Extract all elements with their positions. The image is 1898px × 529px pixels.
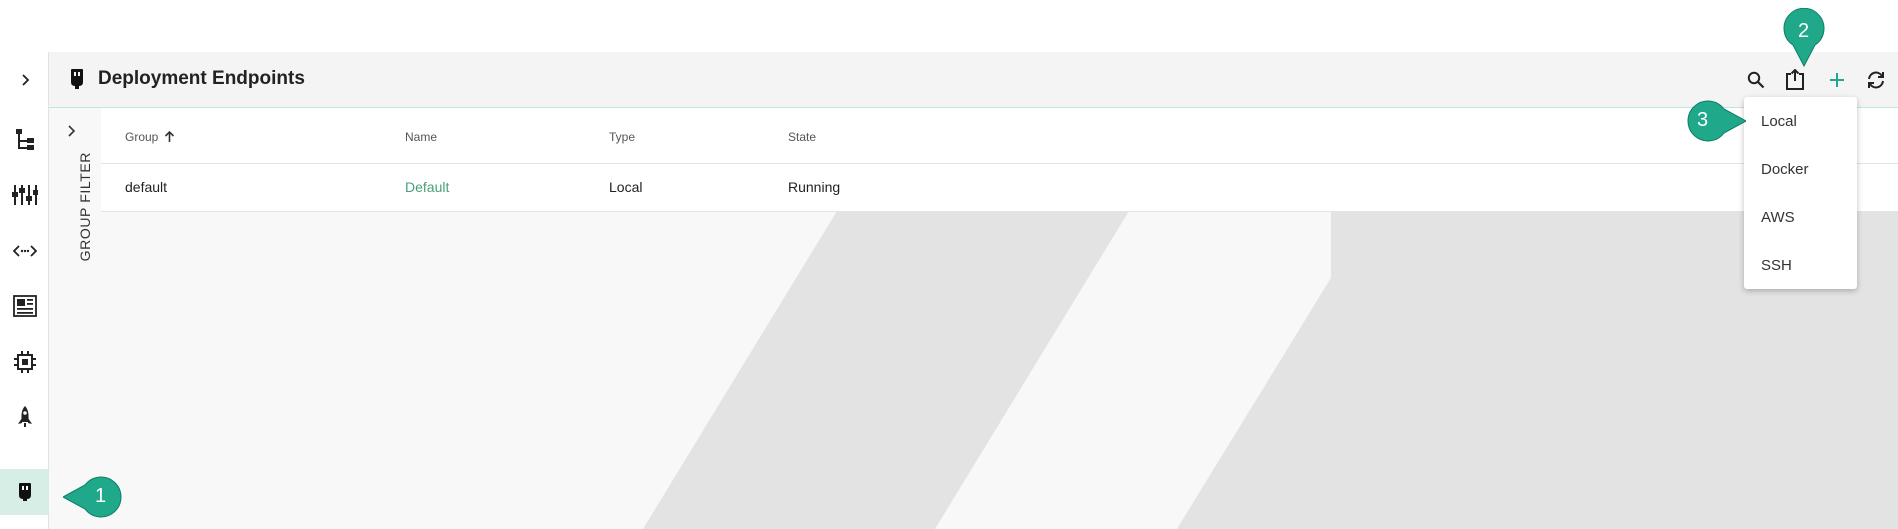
search-button[interactable] (1740, 64, 1772, 96)
add-icon (1830, 73, 1844, 87)
rail-expand-button[interactable] (0, 57, 49, 103)
callout-2: 2 (1782, 8, 1826, 68)
cell-group: default (125, 179, 168, 195)
add-button[interactable] (1821, 64, 1853, 96)
column-header-name[interactable]: Name (405, 130, 437, 144)
rail-item-rocket[interactable] (0, 394, 49, 440)
endpoint-icon (69, 68, 85, 95)
column-header-state[interactable]: State (788, 130, 816, 144)
left-rail (0, 52, 49, 529)
refresh-button[interactable] (1860, 64, 1892, 96)
rail-item-chip[interactable] (0, 339, 49, 385)
column-header-group[interactable]: Group (125, 130, 175, 144)
group-filter-panel: GROUP FILTER (49, 108, 101, 529)
page-title: Deployment Endpoints (98, 68, 305, 89)
code-icon (12, 245, 37, 257)
chevron-right-icon (68, 125, 76, 137)
menu-item-docker[interactable]: Docker (1744, 145, 1857, 193)
page-header: Deployment Endpoints (49, 52, 1898, 108)
menu-item-aws[interactable]: AWS (1744, 193, 1857, 241)
rail-item-sliders[interactable] (0, 172, 49, 218)
export-icon (1786, 69, 1804, 90)
rail-item-tree[interactable] (0, 117, 49, 163)
rail-item-document[interactable] (0, 283, 49, 329)
menu-item-local[interactable]: Local (1744, 97, 1857, 145)
menu-item-ssh[interactable]: SSH (1744, 241, 1857, 289)
sliders-icon (11, 185, 38, 205)
refresh-icon (1868, 71, 1884, 89)
rail-item-code[interactable] (0, 228, 49, 274)
chevron-right-icon (21, 74, 29, 86)
export-button[interactable] (1779, 64, 1811, 96)
callout-2-number: 2 (1798, 20, 1810, 42)
callout-3: 3 (1680, 100, 1746, 142)
callout-1-number: 1 (95, 485, 107, 507)
top-margin (0, 0, 1898, 52)
cell-state: Running (788, 179, 841, 195)
sort-ascending-icon (165, 131, 175, 142)
search-icon (1747, 71, 1765, 89)
cell-type: Local (609, 179, 643, 195)
callout-3-number: 3 (1697, 109, 1709, 131)
cell-name-link[interactable]: Default (405, 179, 449, 195)
column-header-type[interactable]: Type (609, 130, 635, 144)
chip-icon (13, 351, 36, 373)
endpoint-icon (18, 483, 31, 501)
callout-1: 1 (63, 475, 129, 519)
document-icon (12, 295, 37, 317)
tree-icon (15, 129, 34, 150)
filter-expand-button[interactable] (66, 124, 76, 142)
group-filter-label[interactable]: GROUP FILTER (77, 152, 93, 261)
endpoints-table: Group Name Type State default Default Lo… (101, 108, 1898, 212)
rocket-icon (17, 406, 32, 427)
content-area: GROUP FILTER Group Name Type State defau… (49, 108, 1898, 529)
rail-item-endpoints[interactable] (0, 469, 49, 515)
callout-bubble-shape (1687, 100, 1746, 142)
add-endpoint-menu: Local Docker AWS SSH (1744, 97, 1857, 289)
table-row[interactable]: default Default Local Running (101, 164, 1898, 212)
table-header: Group Name Type State (101, 108, 1898, 164)
